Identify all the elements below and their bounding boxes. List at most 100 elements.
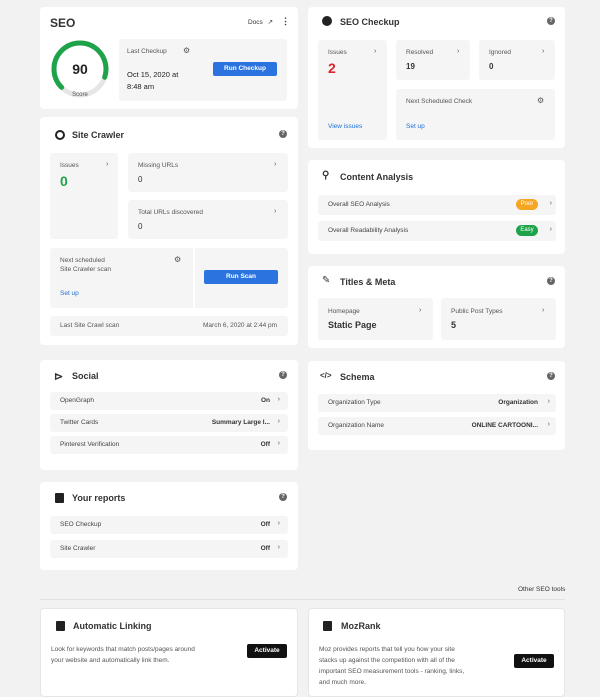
content-row-label: Overall Readability Analysis bbox=[328, 227, 409, 234]
ignored-panel[interactable]: Ignored › 0 bbox=[479, 40, 555, 80]
homepage-panel[interactable]: Homepage › Static Page bbox=[318, 298, 433, 340]
crawler-title: Site Crawler bbox=[72, 130, 125, 140]
chevron-right-icon: › bbox=[274, 208, 277, 215]
view-issues-link[interactable]: View issues bbox=[328, 123, 362, 130]
poor-badge: Poor bbox=[516, 199, 538, 210]
reports-row-label: SEO Checkup bbox=[60, 521, 102, 528]
checkup-issues-panel[interactable]: Issues › 2 View issues bbox=[318, 40, 387, 140]
seo-title: SEO bbox=[50, 16, 76, 30]
chevron-right-icon: › bbox=[277, 544, 280, 551]
chevron-right-icon: › bbox=[274, 161, 277, 168]
chevron-right-icon: › bbox=[547, 421, 550, 428]
help-icon[interactable]: ? bbox=[547, 372, 555, 380]
run-scan-button[interactable]: Run Scan bbox=[204, 270, 278, 284]
missing-urls-value: 0 bbox=[138, 175, 143, 184]
reports-row-seo-checkup[interactable]: SEO Checkup Off › bbox=[50, 516, 288, 534]
resolved-label: Resolved bbox=[406, 49, 434, 56]
more-options-icon[interactable]: ⋮ bbox=[281, 16, 290, 27]
last-checkup-time: 8:48 am bbox=[127, 82, 155, 91]
total-urls-label: Total URLs discovered bbox=[138, 209, 204, 216]
schema-row-org-name[interactable]: Organization Name ONLINE CARTOONI... › bbox=[318, 417, 556, 435]
search-icon: ⚲ bbox=[322, 170, 330, 181]
mozrank-title: MozRank bbox=[341, 621, 381, 631]
missing-urls-panel[interactable]: Missing URLs › 0 bbox=[128, 153, 288, 192]
content-analysis-card: ⚲ Content Analysis Overall SEO Analysis … bbox=[308, 160, 565, 254]
post-types-panel[interactable]: Public Post Types › 5 bbox=[441, 298, 556, 340]
schema-row-value: Organization bbox=[498, 399, 538, 406]
help-icon[interactable]: ? bbox=[279, 371, 287, 379]
content-row-readability[interactable]: Overall Readability Analysis Easy › bbox=[318, 221, 556, 241]
help-icon[interactable]: ? bbox=[279, 493, 287, 501]
chevron-right-icon: › bbox=[542, 307, 545, 314]
titles-title: Titles & Meta bbox=[340, 277, 396, 287]
schema-row-label: Organization Name bbox=[328, 422, 384, 429]
score-value: 90 bbox=[72, 61, 88, 77]
seo-card: SEO Docs ↗ ⋮ 90 Score Last Checkup ⚙ Oct… bbox=[40, 7, 298, 109]
crawler-setup-link[interactable]: Set up bbox=[60, 290, 79, 297]
schema-row-value: ONLINE CARTOONI... bbox=[471, 422, 538, 429]
social-row-value: On bbox=[260, 397, 270, 404]
help-icon[interactable]: ? bbox=[547, 17, 555, 25]
checkup-issues-value: 2 bbox=[328, 60, 336, 76]
schema-title: Schema bbox=[340, 372, 375, 382]
schema-row-label: Organization Type bbox=[328, 399, 381, 406]
schema-row-org-type[interactable]: Organization Type Organization › bbox=[318, 394, 556, 412]
social-row-value: Summary Large I... bbox=[211, 419, 270, 426]
divider bbox=[40, 599, 565, 600]
chevron-right-icon: › bbox=[542, 48, 545, 55]
total-urls-panel[interactable]: Total URLs discovered › 0 bbox=[128, 200, 288, 239]
crawler-issues-value: 0 bbox=[60, 173, 68, 189]
site-crawler-card: Site Crawler ? Issues › 0 Missing URLs ›… bbox=[40, 117, 298, 345]
chevron-right-icon: › bbox=[277, 418, 280, 425]
gear-icon[interactable]: ⚙ bbox=[174, 256, 181, 264]
social-card: ⊳ Social ? OpenGraph On › Twitter Cards … bbox=[40, 360, 298, 470]
pencil-icon: ✎ bbox=[322, 275, 331, 286]
last-checkup-panel: Last Checkup ⚙ Oct 15, 2020 at 8:48 am R… bbox=[119, 39, 287, 101]
social-row-twitter[interactable]: Twitter Cards Summary Large I... › bbox=[50, 414, 288, 432]
next-check-label: Next Scheduled Check bbox=[406, 98, 473, 105]
divider bbox=[193, 248, 195, 308]
next-scan-label-2: Site Crawler scan bbox=[60, 266, 111, 273]
reports-icon bbox=[55, 493, 64, 503]
code-icon: </> bbox=[320, 371, 332, 380]
reports-card: Your reports ? SEO Checkup Off › Site Cr… bbox=[40, 482, 298, 570]
chevron-right-icon: › bbox=[419, 307, 422, 314]
help-icon[interactable]: ? bbox=[547, 277, 555, 285]
total-urls-value: 0 bbox=[138, 222, 143, 231]
chevron-right-icon: › bbox=[277, 440, 280, 447]
mozrank-desc-4: and much more. bbox=[319, 679, 366, 686]
content-row-seo[interactable]: Overall SEO Analysis Poor › bbox=[318, 195, 556, 215]
run-checkup-button[interactable]: Run Checkup bbox=[213, 62, 277, 76]
reports-row-site-crawler[interactable]: Site Crawler Off › bbox=[50, 540, 288, 558]
social-row-opengraph[interactable]: OpenGraph On › bbox=[50, 392, 288, 410]
moz-icon bbox=[323, 621, 332, 631]
reports-row-value: Off bbox=[260, 521, 270, 528]
other-tools-label: Other SEO tools bbox=[518, 586, 566, 593]
content-title: Content Analysis bbox=[340, 172, 414, 182]
docs-link[interactable]: Docs ↗ bbox=[248, 18, 273, 26]
easy-badge: Easy bbox=[516, 225, 538, 236]
next-scan-panel: Next scheduled Site Crawler scan ⚙ Set u… bbox=[50, 248, 288, 308]
chevron-right-icon: › bbox=[106, 161, 109, 168]
mozrank-desc-2: stacks up against the competition with a… bbox=[319, 657, 455, 664]
mozrank-desc-1: Moz provides reports that tell you how y… bbox=[319, 646, 455, 653]
gear-icon[interactable]: ⚙ bbox=[183, 47, 190, 55]
social-row-pinterest[interactable]: Pinterest Verification Off › bbox=[50, 436, 288, 454]
linking-activate-button[interactable]: Activate bbox=[247, 644, 287, 658]
reports-title: Your reports bbox=[72, 493, 126, 503]
homepage-label: Homepage bbox=[328, 308, 360, 315]
linking-icon bbox=[56, 621, 65, 631]
linking-desc-2: your website and automatically link them… bbox=[51, 657, 170, 664]
ignored-label: Ignored bbox=[489, 49, 512, 56]
last-checkup-label: Last Checkup bbox=[127, 48, 167, 55]
homepage-value: Static Page bbox=[328, 320, 377, 330]
resolved-panel[interactable]: Resolved › 19 bbox=[396, 40, 470, 80]
social-row-label: OpenGraph bbox=[60, 397, 94, 404]
checkup-setup-link[interactable]: Set up bbox=[406, 123, 425, 130]
mozrank-activate-button[interactable]: Activate bbox=[514, 654, 554, 668]
post-types-value: 5 bbox=[451, 320, 457, 330]
crawler-issues-panel[interactable]: Issues › 0 bbox=[50, 153, 118, 239]
help-icon[interactable]: ? bbox=[279, 130, 287, 138]
docs-label: Docs bbox=[248, 19, 263, 26]
gear-icon[interactable]: ⚙ bbox=[537, 97, 544, 105]
